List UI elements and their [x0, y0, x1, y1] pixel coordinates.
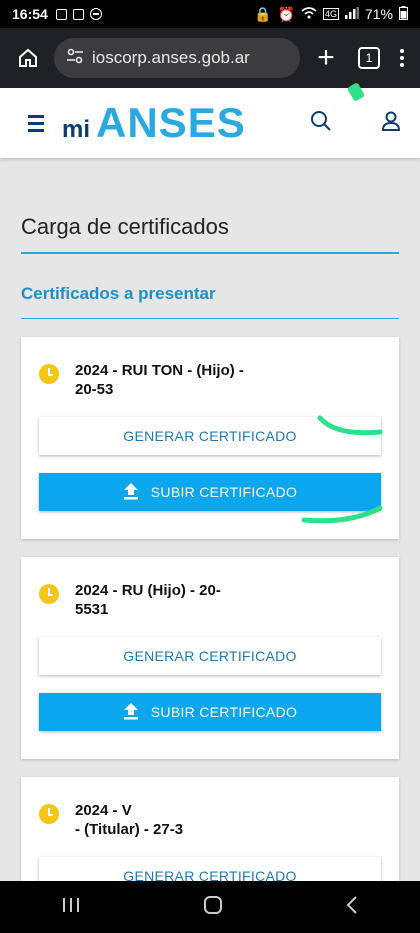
- certificate-description: 2024 - RUI TON - (Hijo) - 20-53: [75, 361, 244, 399]
- search-icon[interactable]: [310, 110, 332, 137]
- generate-certificate-button[interactable]: GENERAR CERTIFICADO: [39, 637, 381, 675]
- battery-icon: [399, 5, 408, 23]
- site-settings-icon[interactable]: [66, 48, 84, 69]
- logo-brand-text: ANSES: [96, 99, 246, 146]
- annotation-mark: [317, 415, 383, 436]
- upload-certificate-button[interactable]: SUBIR CERTIFICADO: [39, 693, 381, 731]
- certificate-line-2: 20-53: [75, 381, 114, 398]
- certificate-line-2: - (Titular) - 27-3: [75, 821, 184, 838]
- upload-icon: [123, 482, 139, 503]
- mi-anses-logo[interactable]: mi ANSES: [62, 99, 246, 147]
- user-icon[interactable]: [380, 110, 402, 137]
- status-time: 16:54: [12, 6, 48, 22]
- back-icon[interactable]: [345, 895, 359, 920]
- image-icon: [72, 8, 84, 20]
- gallery-icon: [55, 8, 67, 20]
- certificate-description: 2024 - RU (Hijo) - 20- 5531: [75, 581, 221, 619]
- main-content: Carga de certificados Certificados a pre…: [0, 214, 420, 923]
- certificate-line-1: 2024 - V: [75, 802, 132, 819]
- pending-clock-icon: [39, 804, 59, 824]
- recent-apps-icon[interactable]: [61, 896, 81, 919]
- upload-certificate-label: SUBIR CERTIFICADO: [150, 484, 298, 500]
- upload-certificate-label: SUBIR CERTIFICADO: [150, 704, 298, 720]
- do-not-disturb-icon: [89, 8, 102, 20]
- system-navigation-bar: [0, 881, 420, 933]
- signal-icon: [344, 6, 359, 22]
- page-title: Carga de certificados: [21, 214, 399, 254]
- pending-clock-icon: [39, 584, 59, 604]
- home-button-icon[interactable]: [203, 895, 223, 920]
- pending-clock-icon: [39, 364, 59, 384]
- more-options-icon[interactable]: [394, 49, 410, 67]
- alarm-icon: ⏰: [277, 5, 295, 22]
- home-icon[interactable]: [10, 47, 46, 69]
- tab-switcher-button[interactable]: 1: [358, 47, 380, 69]
- wifi-icon: [301, 6, 317, 22]
- certificate-line-1: 2024 - RUI TON - (Hijo) -: [75, 362, 244, 379]
- status-bar: 16:54 🔒 ⏰ 4G 71%: [0, 0, 420, 28]
- upload-icon: [123, 702, 139, 723]
- browser-toolbar: ioscorp.anses.gob.ar + 1: [0, 28, 420, 88]
- logo-mi-text: mi: [62, 116, 91, 143]
- address-bar[interactable]: ioscorp.anses.gob.ar: [54, 38, 300, 78]
- battery-level: 71%: [364, 6, 393, 22]
- section-subtitle: Certificados a presentar: [21, 284, 399, 319]
- network-type: 4G: [322, 8, 339, 20]
- certificate-line-2: 5531: [75, 601, 109, 618]
- menu-icon[interactable]: [28, 114, 44, 132]
- url-text[interactable]: ioscorp.anses.gob.ar: [92, 48, 250, 68]
- lock-icon: 🔒: [254, 5, 272, 22]
- new-tab-icon[interactable]: +: [308, 43, 344, 73]
- certificate-description: 2024 - V - (Titular) - 27-3: [75, 801, 183, 839]
- certificate-card: 2024 - RU (Hijo) - 20- 5531 GENERAR CERT…: [21, 557, 399, 759]
- annotation-mark: [301, 505, 383, 524]
- certificate-line-1: 2024 - RU (Hijo) - 20-: [75, 582, 221, 599]
